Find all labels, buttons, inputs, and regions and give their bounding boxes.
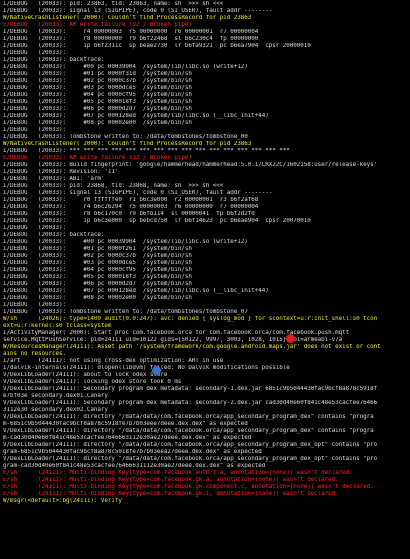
log-line: I/art (24111): not using cross-dex optim… <box>3 358 224 364</box>
log-line: I/DEBUG (20033): #04 pc 0000cf95 /system… <box>3 267 192 273</box>
log-line: I/DEBUG (20033): #03 pc 0000dce5 /system… <box>3 260 192 266</box>
log-line: I/DEBUG (20033): ip b6c3e000 sp bebcd750… <box>3 218 311 224</box>
log-line: 3112e30 secondary.dex02.Canary <box>3 407 108 413</box>
log-line: I/DEBUG (20033): #00 pc 00039904 /system… <box>3 64 248 70</box>
log-line: I/DEBUG (20033): r8 b6c170c0 r9 b6fb114 … <box>3 211 255 217</box>
log-line: I/DEBUG (20033): #08 pc 00002e00 /system… <box>3 120 192 126</box>
log-line: I/DEBUG (20033): r4 00000003 r5 00000000… <box>3 29 259 35</box>
log-line: W/msgr(<default>:bg(24111): Verify <box>3 498 122 504</box>
log-line: W/sh (24026): type=1400 audit(0.0:247): … <box>3 316 378 322</box>
log-line: W/NativeCrashListener( 2000): Couldn't f… <box>3 141 252 147</box>
log-line: I/DEBUG (20033): #07 pc 000128ed /system… <box>3 288 269 294</box>
log-line: I/DEBUG (20033): #04 pc 0000cf95 /system… <box>3 92 192 98</box>
log-line: I/ActivityManager( 2000): Start proc com… <box>3 330 350 336</box>
log-line: service.MqttPushService: pid=24111 uid=1… <box>3 337 343 343</box>
log-line: I/DEBUG (20033): <box>3 50 70 56</box>
log-line: V/DexLibLoader(24111): Secondary program… <box>3 386 378 392</box>
log-line: I/DEBUG (20033): #07 pc 000128ed /system… <box>3 113 269 119</box>
log-line: ains no resources. <box>3 351 66 357</box>
log-line: E/sh (24111): Multi-binding Key[type=com… <box>3 491 339 497</box>
log-line: gram-cad30d40e60f841c48e53cacfee76466631… <box>3 463 266 469</box>
log-line: I/DEBUG (20033): #02 pc 0000c37b /system… <box>3 78 192 84</box>
log-line: m-6851c9b5044430fac9bcf8a878c5918fe7b7b0… <box>3 421 248 427</box>
log-line: m-cad30d40e60f841c48e53cacfee7646663112e… <box>3 435 252 441</box>
log-line: gram-6851c9b5044430fac9bcf8a878c5918fe7b… <box>3 449 262 455</box>
logcat-terminal[interactable]: I/DEBUG (20033): pid: 23863, tid: 23863,… <box>0 0 410 559</box>
log-line: I/DEBUG (20033): #01 pc 0000f261 /system… <box>3 246 192 252</box>
log-line: V/DexLibLoader(24111): directory "/data/… <box>3 428 374 434</box>
log-line: V/DexLibLoader(24111): directory "/data/… <box>3 442 378 448</box>
log-line: I/DEBUG (20033): Tombstone written to: /… <box>3 134 248 140</box>
log-line: I/DEBUG (20033): <box>3 127 70 133</box>
log-line: I/DEBUG (20033): ABI: 'arm' <box>3 176 105 182</box>
log-line: E/sh (24111): Multi-binding Key[type=com… <box>3 470 353 476</box>
log-line: I/DEBUG (20033): <box>3 302 70 308</box>
log-line: I/DEBUG (20033): pid: 23868, tid: 23868,… <box>3 183 224 189</box>
log-output: I/DEBUG (20033): pid: 23863, tid: 23863,… <box>3 1 408 505</box>
log-line: I/DEBUG (20033): #02 pc 0000c37b /system… <box>3 253 192 259</box>
log-line: E/sh (24111): Multi-binding Key[type=com… <box>3 477 339 483</box>
log-line: I/DEBUG (20033): signal 13 (SIGPIPE), co… <box>3 8 273 14</box>
log-line: I/DEBUG (20033): #08 pc 00002e00 /system… <box>3 295 192 301</box>
log-line: e7bf03e secondary.dex01.Canary <box>3 393 108 399</box>
log-line: W/NativeCrashListener( 2000): Couldn't f… <box>3 15 252 21</box>
log-line: V/DexLibLoader(24111): directory "/data/… <box>3 414 374 420</box>
log-line: I/DEBUG (20033): Tombstone written to: /… <box>3 309 248 315</box>
log-line: I/DEBUG (20033): #05 pc 000018f3 /system… <box>3 274 192 280</box>
log-line: I/DEBUG (20033): #06 pc 0000d2d7 /system… <box>3 281 192 287</box>
log-line: I/DEBUG (20033): *** *** *** *** *** ***… <box>3 148 290 154</box>
log-line: I/DEBUG (20033): Revision: '11' <box>3 169 119 175</box>
log-line: I/DEBUG (20033): #06 pc 0000d2d7 /system… <box>3 106 192 112</box>
red-touch-indicator <box>286 334 295 343</box>
log-line: I/DEBUG (20033): signal 13 (SIGPIPE), co… <box>3 190 273 196</box>
log-line: I/DEBUG (20033): Build fingerprint: 'goo… <box>3 162 378 168</box>
log-line: V/DexLibLoader(24111): about to lock ode… <box>3 372 168 378</box>
log-line: I/dalvik-internals(24111): dlopen(libdvm… <box>3 365 290 371</box>
log-line: I/DEBUG (20033): r4 b6c26294 r5 00000003… <box>3 204 259 210</box>
log-line: I/DEBUG (20033): r0 ffffffe0 r1 b6c3e000… <box>3 197 259 203</box>
log-line: I/DEBUG (20033): backtrace: <box>3 232 105 238</box>
log-line: V/DexLibLoader(24111): locking odex stor… <box>3 379 182 385</box>
log-line: ext=u:r:kernel:s0 tclass=system <box>3 323 112 329</box>
log-line: W/ResourcesManager(24111): Asset path '/… <box>3 344 381 350</box>
log-line: I/DEBUG (20033): #05 pc 000018f3 /system… <box>3 99 192 105</box>
log-line: I/DEBUG (20033): pid: 23863, tid: 23863,… <box>3 1 224 7</box>
log-line: E/DEBUG (20033): AM write failure (32 / … <box>3 155 192 161</box>
log-line: E/sh (24111): Multi-binding Key[type=com… <box>3 484 374 490</box>
log-line: I/DEBUG (20033): #03 pc 0000dce5 /system… <box>3 85 192 91</box>
log-line: I/DEBUG (20033): #00 pc 00039904 /system… <box>3 239 248 245</box>
log-line: V/DexLibLoader(24111): directory "/data/… <box>3 456 378 462</box>
log-line: I/DEBUG (20033): ip b6f2311c sp beae2730… <box>3 43 311 49</box>
log-line: V/DexLibLoader(24111): Secondary program… <box>3 400 378 406</box>
log-line: I/DEBUG (20033): <box>3 225 70 231</box>
blue-touch-indicator <box>152 366 161 375</box>
log-line: I/DEBUG (20033): backtrace: <box>3 57 105 63</box>
log-line: I/DEBUG (20033): #01 pc 0000f31d /system… <box>3 71 192 77</box>
log-line: E/DEBUG (20033): AM write failure (32 / … <box>3 22 192 28</box>
log-line: I/DEBUG (20033): r8 00000000 r9 b6f22468… <box>3 36 259 42</box>
